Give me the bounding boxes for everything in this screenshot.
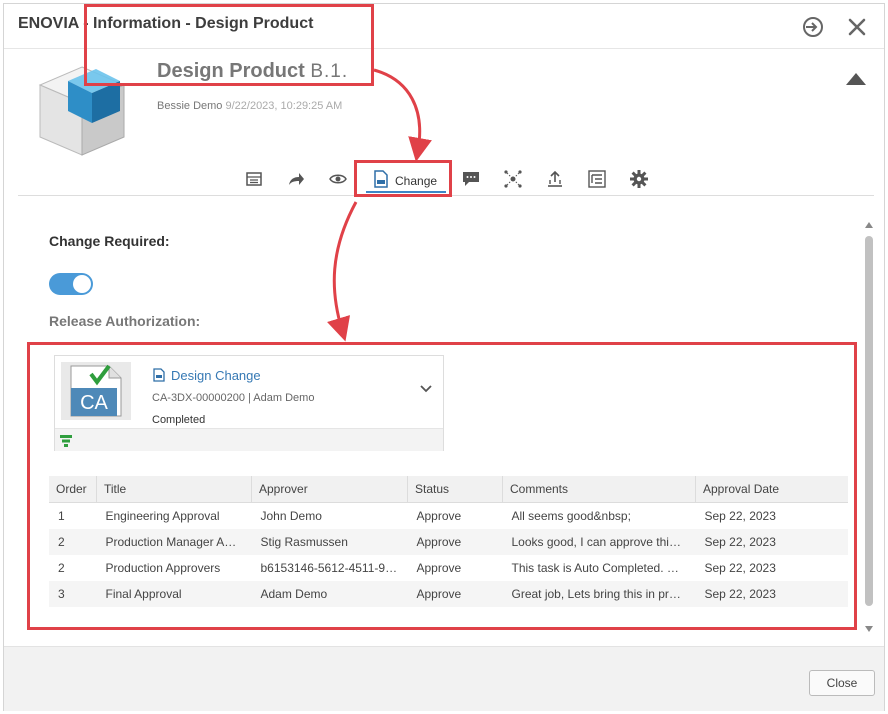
change-action-status: Completed — [152, 414, 206, 426]
active-tab-indicator — [366, 191, 446, 193]
dialog-footer: Close — [4, 646, 884, 711]
collapse-header-icon[interactable] — [846, 73, 866, 85]
bom-list-icon[interactable] — [587, 169, 607, 189]
card-footer — [55, 428, 443, 451]
comment-icon[interactable] — [461, 169, 481, 189]
upload-icon[interactable] — [545, 169, 565, 189]
chevron-down-icon[interactable] — [419, 382, 433, 396]
order-cell: 2 — [58, 561, 65, 575]
approver-cell: b6153146-5612-4511-98... — [260, 561, 402, 575]
change-required-label: Change Required: — [49, 233, 170, 249]
comments-cell: This task is Auto Completed. No... — [511, 561, 693, 575]
comments-cell: Great job, Lets bring this in prod... — [502, 581, 696, 607]
product-title: Design Product B.1. — [157, 60, 348, 83]
status-cell: Approve — [416, 561, 462, 575]
approval-date-cell: Sep 22, 2023 — [704, 561, 776, 575]
status-cell: Approve — [416, 509, 462, 523]
table-header-row: Order Title Approver Status Comments App… — [49, 476, 848, 503]
vertical-scrollbar[interactable] — [864, 222, 876, 632]
product-meta: Bessie Demo 9/22/2023, 10:29:25 AM — [157, 100, 342, 112]
comments-cell: Looks good, I can approve this.... — [502, 529, 696, 555]
table-row[interactable]: 2 Production Manager App... Stig Rasmuss… — [49, 529, 848, 555]
title-cell: Production Manager App... — [96, 529, 252, 555]
gear-icon[interactable] — [629, 169, 649, 189]
table-row[interactable]: 1 Engineering Approval John Demo Approve… — [49, 503, 848, 530]
relations-icon[interactable] — [503, 169, 523, 189]
share-icon[interactable] — [286, 169, 306, 189]
title-cell: Final Approval — [96, 581, 252, 607]
column-header-comments[interactable]: Comments — [502, 476, 696, 503]
change-document-icon — [152, 368, 166, 382]
modified-date: 9/22/2023, 10:29:25 AM — [225, 100, 343, 112]
properties-icon[interactable] — [244, 169, 264, 189]
column-header-approval-date[interactable]: Approval Date — [695, 476, 848, 503]
order-cell: 1 — [58, 509, 65, 523]
route-status-icon[interactable] — [59, 434, 73, 453]
object-header: Design Product B.1. Bessie Demo 9/22/202… — [4, 49, 884, 195]
exit-icon[interactable] — [801, 15, 825, 39]
object-toolbar: Change — [4, 165, 884, 195]
product-name: Design Product — [157, 60, 305, 82]
scroll-thumb[interactable] — [865, 236, 873, 606]
column-header-order[interactable]: Order — [49, 476, 97, 503]
toggle-knob — [73, 275, 91, 293]
preview-eye-icon[interactable] — [328, 169, 348, 189]
close-icon[interactable] — [845, 15, 869, 39]
approval-date-cell: Sep 22, 2023 — [704, 509, 776, 523]
title-cell: Production Approvers — [105, 561, 221, 575]
table-row[interactable]: 3 Final Approval Adam Demo Approve Great… — [49, 581, 848, 607]
window-title: ENOVIA - Information - Design Product — [18, 15, 314, 32]
change-action-thumbnail-icon: CA — [61, 362, 131, 420]
change-action-name-link[interactable]: Design Change — [171, 368, 261, 383]
product-cube-icon — [34, 59, 130, 164]
thumbnail-text: CA — [80, 392, 108, 414]
status-cell: Approve — [407, 581, 503, 607]
comments-cell: All seems good&nbsp; — [511, 509, 631, 523]
change-required-toggle[interactable] — [49, 273, 93, 295]
table-row[interactable]: 2 Production Approvers b6153146-5612-451… — [49, 555, 848, 581]
close-button[interactable]: Close — [809, 670, 875, 696]
approver-cell: Adam Demo — [251, 581, 408, 607]
change-action-card[interactable]: CA Design Change CA-3DX-00000200 | Adam … — [54, 355, 444, 451]
order-cell: 2 — [49, 529, 97, 555]
column-header-approver[interactable]: Approver — [251, 476, 408, 503]
order-cell: 3 — [49, 581, 97, 607]
approval-date-cell: Sep 22, 2023 — [695, 581, 848, 607]
tab-change[interactable]: Change — [362, 165, 450, 193]
information-dialog: ENOVIA - Information - Design Product De… — [3, 3, 885, 711]
change-panel: Change Required: Release Authorization: … — [4, 196, 884, 646]
tab-change-label: Change — [395, 174, 438, 188]
scroll-up-arrow-icon[interactable] — [865, 222, 873, 228]
title-bar: ENOVIA - Information - Design Product — [4, 4, 884, 49]
owner-name: Bessie Demo — [157, 100, 223, 112]
scroll-down-arrow-icon[interactable] — [865, 626, 873, 632]
column-header-status[interactable]: Status — [407, 476, 503, 503]
approver-cell: John Demo — [260, 509, 322, 523]
product-revision: B.1. — [310, 61, 349, 82]
change-document-icon — [373, 170, 389, 193]
title-cell: Engineering Approval — [105, 509, 220, 523]
release-authorization-label: Release Authorization: — [49, 313, 201, 329]
approver-cell: Stig Rasmussen — [251, 529, 408, 555]
approval-table: Order Title Approver Status Comments App… — [49, 476, 848, 607]
approval-date-cell: Sep 22, 2023 — [695, 529, 848, 555]
change-action-id: CA-3DX-00000200 | Adam Demo — [152, 392, 315, 404]
status-cell: Approve — [407, 529, 503, 555]
column-header-title[interactable]: Title — [96, 476, 252, 503]
